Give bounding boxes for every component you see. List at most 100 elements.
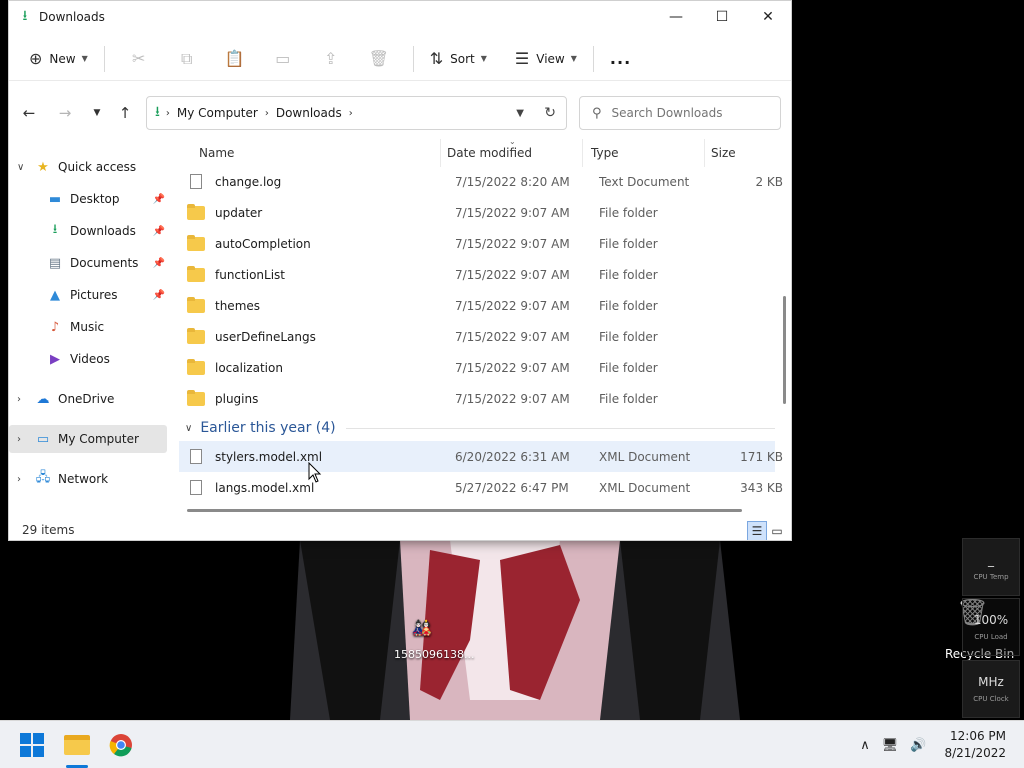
command-bar: ⊕ New ▼ ✂ ⧉ 📋 ▭ ⇪ 🗑 ⇅ Sort ▼ ☰ View ▼ ..…	[9, 37, 791, 81]
cpu-temp-widget: _ CPU Temp	[962, 538, 1020, 596]
folder-icon	[187, 327, 205, 344]
pin-icon[interactable]: 📌	[153, 226, 165, 237]
download-icon: ⭳	[22, 8, 28, 24]
folder-icon	[187, 389, 205, 406]
minimize-button[interactable]: —	[653, 1, 699, 33]
maximize-button[interactable]: ☐	[699, 1, 745, 33]
chevron-up-icon[interactable]: ∧	[860, 738, 870, 753]
taskbar-chrome[interactable]	[105, 729, 137, 761]
address-history-dropdown[interactable]: ▼	[516, 108, 524, 119]
toolbar-divider	[412, 45, 414, 72]
vertical-scrollbar[interactable]	[783, 296, 786, 404]
sidebar-item-network[interactable]: › 🖧 Network	[9, 465, 167, 493]
details-view-icon[interactable]: ☰	[747, 521, 767, 540]
file-row[interactable]: functionList 7/15/2022 9:07 AM File fold…	[179, 259, 775, 290]
sidebar-item-my-computer[interactable]: › ▭ My Computer	[9, 425, 167, 453]
recent-locations-button[interactable]: ▼	[83, 101, 111, 125]
sidebar-item-videos[interactable]: ▶ Videos	[9, 345, 167, 373]
explorer-window: ⭳ Downloads — ☐ ✕ ⊕ New ▼ ✂ ⧉ 📋 ▭ ⇪ 🗑 ⇅ …	[8, 0, 792, 541]
taskbar-file-explorer[interactable]	[61, 729, 93, 761]
download-icon: ⭳	[52, 222, 58, 237]
clock-time: 12:06 PM	[950, 729, 1006, 743]
close-button[interactable]: ✕	[745, 1, 791, 33]
xml-file-icon	[190, 449, 202, 464]
network-icon: 🖧	[35, 470, 51, 485]
sidebar-item-quick-access[interactable]: ∨ ★ Quick access	[9, 153, 167, 181]
pin-icon[interactable]: 📌	[153, 194, 165, 205]
music-icon: ♪	[50, 319, 60, 335]
address-bar[interactable]: ⭳ › My Computer › Downloads › ▼ ↻	[146, 96, 567, 130]
share-icon[interactable]: ⇪	[307, 49, 355, 68]
paste-icon[interactable]: 📋	[211, 49, 259, 68]
file-row[interactable]: change.log 7/15/2022 8:20 AM Text Docume…	[179, 166, 783, 197]
pictures-icon: ▲	[50, 287, 60, 303]
status-bar: 29 items ☰ ▭	[9, 519, 791, 540]
chevron-down-icon[interactable]: ∨	[17, 162, 29, 173]
title-bar[interactable]: ⭳ Downloads — ☐ ✕	[9, 1, 791, 33]
mouse-cursor-icon	[308, 462, 322, 483]
file-row[interactable]: themes 7/15/2022 9:07 AM File folder	[179, 290, 775, 321]
more-options-button[interactable]: ...	[604, 43, 637, 75]
desktop-file-icon[interactable]: 🎎	[412, 618, 432, 637]
up-button[interactable]: ↑	[111, 101, 139, 125]
file-row[interactable]: updater 7/15/2022 9:07 AM File folder	[179, 197, 775, 228]
sidebar-item-onedrive[interactable]: › ☁ OneDrive	[9, 385, 167, 413]
chrome-icon	[109, 734, 132, 757]
rename-icon[interactable]: ▭	[259, 49, 307, 68]
breadcrumb-my-computer[interactable]: My Computer	[177, 106, 258, 120]
windows-logo-icon	[20, 733, 44, 757]
tiles-view-icon[interactable]: ▭	[767, 521, 787, 540]
back-button[interactable]: ←	[15, 101, 43, 125]
file-row[interactable]: stylers.model.xml 6/20/2022 6:31 AM XML …	[179, 441, 783, 472]
chevron-right-icon: ›	[264, 107, 269, 119]
column-header-type[interactable]: Type	[583, 139, 705, 167]
column-header-name[interactable]: Name	[191, 139, 441, 167]
file-row[interactable]: userDefineLangs 7/15/2022 9:07 AM File f…	[179, 321, 775, 352]
sidebar-item-documents[interactable]: ▤ Documents 📌	[9, 249, 167, 277]
navigation-bar: ← → ▼ ↑ ⭳ › My Computer › Downloads › ▼ …	[9, 93, 791, 133]
cut-icon[interactable]: ✂	[115, 49, 163, 68]
pin-icon[interactable]: 📌	[153, 290, 165, 301]
group-header-earlier-this-year[interactable]: ∨ Earlier this year (4)	[179, 417, 775, 439]
breadcrumb-downloads[interactable]: Downloads	[276, 106, 342, 120]
chevron-right-icon: ›	[165, 107, 170, 119]
sidebar-item-desktop[interactable]: ▬ Desktop 📌	[9, 185, 167, 213]
refresh-icon[interactable]: ↻	[544, 105, 556, 121]
sidebar-item-downloads[interactable]: ⭳ Downloads 📌	[9, 217, 167, 245]
new-button[interactable]: ⊕ New ▼	[23, 43, 94, 75]
file-row[interactable]: langs.model.xml 5/27/2022 6:47 PM XML Do…	[179, 472, 783, 503]
chevron-right-icon[interactable]: ›	[17, 434, 29, 445]
file-row[interactable]: localization 7/15/2022 9:07 AM File fold…	[179, 352, 775, 383]
horizontal-scrollbar[interactable]	[187, 509, 742, 512]
clock[interactable]: 12:06 PM 8/21/2022	[944, 728, 1006, 762]
copy-icon[interactable]: ⧉	[163, 49, 211, 69]
chevron-right-icon[interactable]: ›	[17, 394, 29, 405]
sidebar-item-music[interactable]: ♪ Music	[9, 313, 167, 341]
desktop-file-label[interactable]: 1585096138...	[394, 648, 474, 661]
window-title: Downloads	[39, 10, 105, 24]
search-input[interactable]	[611, 106, 772, 120]
sort-button[interactable]: ⇅ Sort ▼	[424, 43, 493, 75]
file-row[interactable]: plugins 7/15/2022 9:07 AM File folder	[179, 383, 775, 414]
view-button[interactable]: ☰ View ▼	[509, 43, 583, 75]
file-row[interactable]: autoCompletion 7/15/2022 9:07 AM File fo…	[179, 228, 775, 259]
volume-icon[interactable]: 🔊	[910, 738, 926, 753]
chevron-right-icon[interactable]: ›	[17, 474, 29, 485]
chevron-down-icon[interactable]: ∨	[185, 423, 192, 434]
column-header-date[interactable]: Date modified	[439, 139, 583, 167]
plus-icon: ⊕	[29, 49, 43, 68]
pin-icon[interactable]: 📌	[153, 258, 165, 269]
sidebar-item-pictures[interactable]: ▲ Pictures 📌	[9, 281, 167, 309]
cpu-load-widget: 100% CPU Load	[962, 598, 1020, 656]
column-header-size[interactable]: Size	[703, 139, 789, 167]
text-file-icon	[190, 174, 202, 189]
start-button[interactable]	[16, 729, 48, 761]
network-icon[interactable]: 🖥	[882, 738, 899, 753]
download-icon: ⭳	[155, 104, 160, 120]
view-icon: ☰	[514, 49, 530, 68]
taskbar: ∧ 🖥 🔊 12:06 PM 8/21/2022	[0, 720, 1024, 768]
forward-button[interactable]: →	[51, 101, 79, 125]
delete-icon[interactable]: 🗑	[355, 49, 403, 68]
search-box[interactable]: ⚲	[579, 96, 781, 130]
desktop-icon: ▬	[48, 191, 62, 207]
